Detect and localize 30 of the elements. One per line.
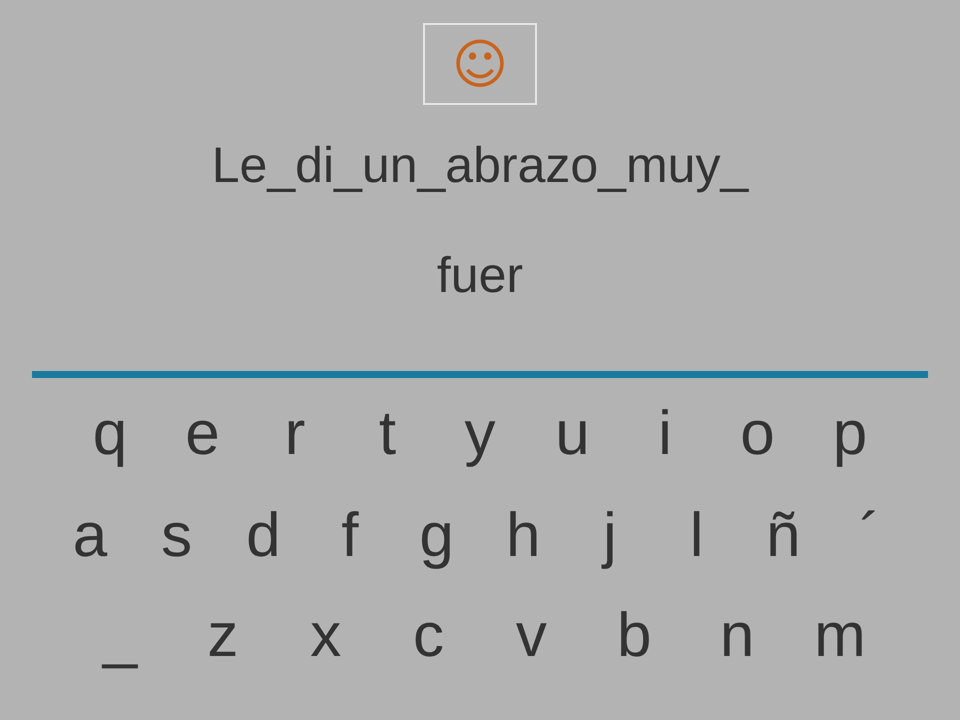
letter-key[interactable]: n [707, 592, 768, 680]
letter-key[interactable]: u [542, 390, 602, 478]
answer-text: fuer [436, 246, 524, 305]
letter-key[interactable]: ´ [840, 492, 900, 580]
letter-key[interactable]: e [172, 390, 232, 478]
sentence-text: Le_di_un_abrazo_muy_ [212, 136, 748, 195]
letter-key[interactable]: v [501, 592, 562, 680]
letter-key[interactable]: z [192, 592, 253, 680]
letter-key[interactable]: h [493, 492, 554, 580]
letter-key[interactable]: l [666, 492, 727, 580]
letter-key[interactable]: f [320, 492, 380, 580]
letter-key[interactable]: x [296, 592, 356, 680]
letter-key[interactable]: _ [90, 592, 150, 680]
letter-key[interactable]: g [406, 492, 467, 580]
letter-key[interactable]: i [635, 390, 695, 478]
letter-key[interactable]: j [580, 492, 640, 580]
letter-key[interactable]: p [820, 390, 880, 478]
letter-key[interactable]: o [728, 390, 788, 478]
letter-key[interactable]: q [80, 390, 140, 478]
letter-key[interactable]: t [358, 390, 418, 478]
smiley-face: ☺ [452, 32, 508, 96]
letter-key[interactable]: ñ [753, 492, 814, 580]
letter-key[interactable]: c [398, 592, 459, 680]
letter-key[interactable]: m [810, 592, 870, 680]
letter-key[interactable]: b [604, 592, 664, 680]
letter-key[interactable]: a [60, 492, 120, 580]
letter-key[interactable]: d [233, 492, 294, 580]
letter-key[interactable]: s [146, 492, 207, 580]
letter-key[interactable]: y [450, 390, 510, 478]
letter-key[interactable]: r [265, 390, 325, 478]
